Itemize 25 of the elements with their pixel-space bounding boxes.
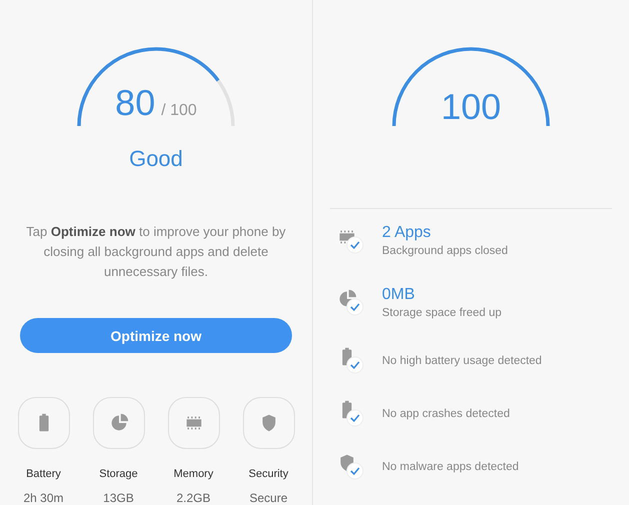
rating-text: Good [129,146,183,172]
category-tile[interactable] [242,397,294,449]
score-value: 80 [115,82,156,124]
category-value: Secure [249,491,288,505]
result-text: No app crashes detected [382,408,510,420]
description-text: Tap Optimize now to improve your phone by closing all background apps and delete unnecessary files. [25,223,287,282]
category-tile[interactable] [18,397,70,449]
category-label: Battery [26,468,61,480]
category-tile[interactable] [92,397,144,449]
category-value: 2.2GB [176,491,211,505]
score-max: / 100 [161,102,197,120]
result-title: 0MB [382,286,416,304]
category-value: 13GB [103,491,134,505]
category-value: 2h 30m [23,491,64,505]
result-text: No malware apps detected [382,461,519,473]
result-text: No high battery usage detected [382,355,542,367]
result-text: Storage space freed up [382,306,502,318]
category-label: Storage [99,468,138,480]
category-tile[interactable] [168,397,220,449]
score-value: 100 [440,86,502,128]
category-label: Memory [174,468,214,480]
result-title: 2 Apps [382,224,432,242]
result-text: Background apps closed [382,244,508,256]
optimize-button[interactable]: Optimize now [20,318,292,353]
category-label: Security [248,468,288,480]
